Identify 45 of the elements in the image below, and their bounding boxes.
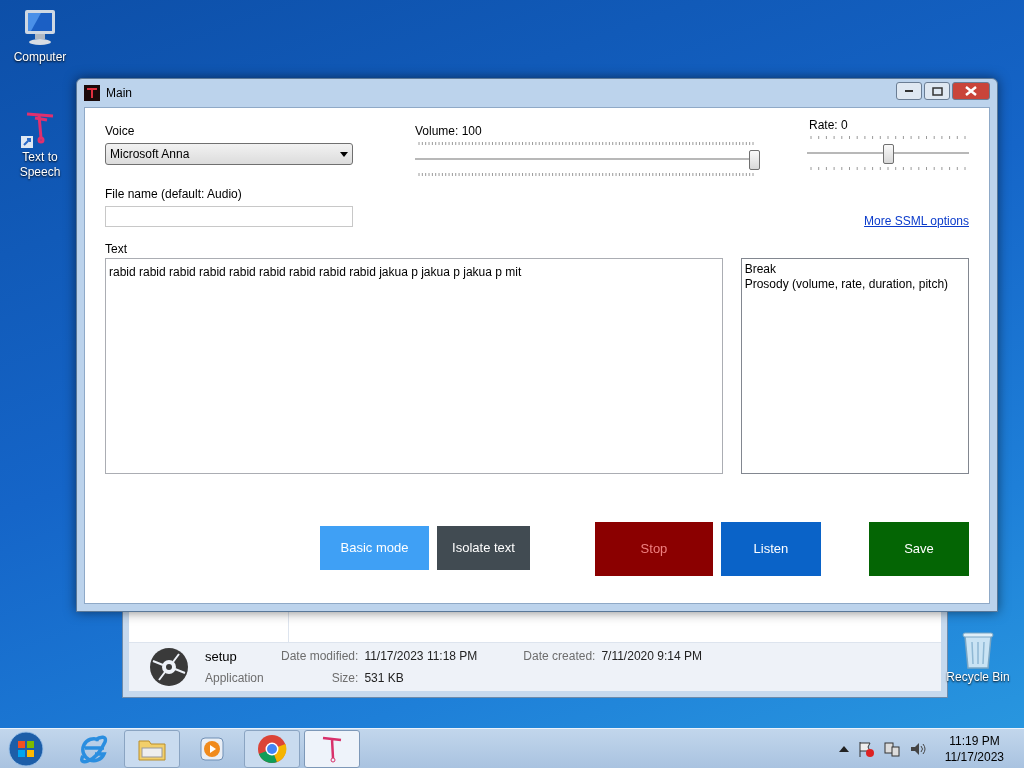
rate-label: Rate: 0	[808, 117, 849, 134]
close-icon	[965, 86, 977, 96]
minimize-icon	[905, 90, 913, 92]
detail-label: Date created:	[523, 648, 596, 665]
file-type: Application	[205, 669, 265, 687]
clock-date[interactable]: 11/17/2023	[944, 748, 1004, 765]
flag-icon	[856, 740, 875, 757]
close-button[interactable]	[952, 82, 990, 100]
list-item[interactable]: Break	[744, 262, 965, 277]
file-name-label: File name (default: Audio)	[105, 186, 243, 203]
voice-label: Voice	[105, 123, 136, 140]
isolate-text-button[interactable]: Isolate text	[436, 526, 531, 570]
text-area[interactable]: rabid rabid rabid rabid rabid rabid rabid rabid rabid jakua p jakua p jakua p mit	[105, 258, 723, 474]
file-name: setup	[205, 648, 238, 667]
taskbar-button[interactable]	[244, 729, 300, 768]
detail-value: 11/17/2023 11:18 PM	[364, 648, 478, 665]
maximize-button[interactable]	[924, 82, 950, 100]
minimize-button[interactable]	[896, 82, 922, 100]
network-icon	[882, 740, 901, 757]
ssml-options-link[interactable]: More SSML options	[864, 212, 969, 230]
detail-label: Size:	[330, 670, 359, 687]
save-button[interactable]: Save	[868, 522, 969, 576]
detail-value: 531 KB	[364, 670, 405, 687]
list-item[interactable]: Prosody (volume, rate, duration, pitch)	[744, 277, 965, 292]
app-logo-icon	[84, 85, 100, 101]
window-title: Main	[106, 85, 132, 102]
stop-button[interactable]: Stop	[595, 522, 713, 576]
desktop-icon-label[interactable]: Computer	[13, 50, 67, 65]
maximize-icon	[931, 86, 943, 96]
disc-icon	[149, 647, 189, 687]
chevron-up-icon	[838, 744, 849, 753]
desktop-icon-label[interactable]: Text to Speech	[8, 150, 72, 180]
clock-time[interactable]: 11:19 PM	[949, 732, 1000, 749]
volume-label: Volume: 100	[415, 123, 483, 140]
slider-thumb[interactable]	[749, 150, 760, 170]
voice-dropdown[interactable]: Microsoft Anna	[105, 143, 353, 165]
text-label: Text	[105, 241, 128, 256]
listen-button[interactable]: Listen	[720, 522, 821, 576]
detail-label: Date modified:	[281, 648, 359, 665]
detail-value: 7/11/2020 9:14 PM	[601, 648, 702, 665]
dropdown-arrow-icon	[340, 151, 348, 157]
taskbar-button[interactable]	[304, 729, 360, 768]
slider-thumb[interactable]	[883, 144, 894, 164]
start-button[interactable]	[6, 729, 46, 768]
file-name-field[interactable]	[105, 206, 353, 227]
